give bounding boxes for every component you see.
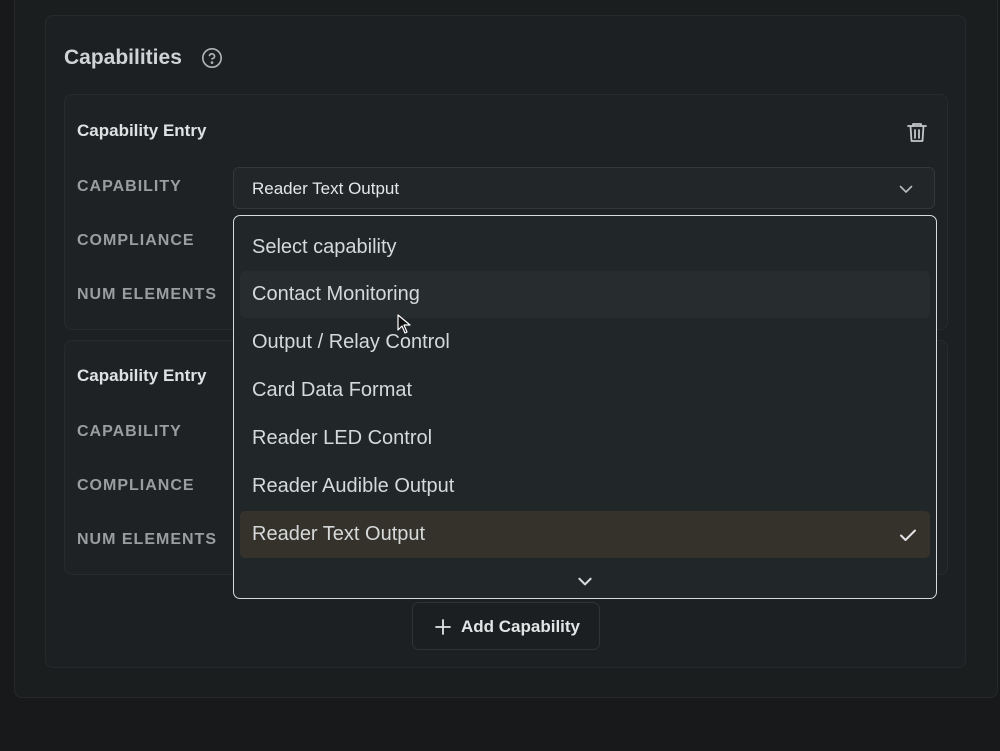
num-elements-label: NUM ELEMENTS	[77, 286, 217, 303]
dropdown-option[interactable]: Card Data Format	[240, 367, 930, 414]
add-capability-button[interactable]: Add Capability	[412, 602, 600, 650]
entry-title: Capability Entry	[77, 366, 207, 385]
mouse-cursor-icon	[397, 314, 411, 334]
capability-label: CAPABILITY	[77, 178, 182, 195]
option-label: Reader Text Output	[252, 523, 426, 545]
dropdown-option[interactable]: Select capability	[240, 224, 930, 271]
capability-label: CAPABILITY	[77, 423, 182, 440]
dropdown-option[interactable]: Reader LED Control	[240, 415, 930, 462]
chevron-down-icon[interactable]	[576, 572, 594, 590]
dropdown-option[interactable]: Reader Audible Output	[240, 463, 930, 510]
add-capability-label: Add Capability	[461, 617, 581, 636]
trash-icon[interactable]	[905, 120, 929, 144]
plus-icon	[435, 619, 451, 635]
chevron-down-icon	[899, 185, 913, 193]
dropdown-option-selected[interactable]: Reader Text Output	[240, 511, 930, 558]
section-title: Capabilities	[64, 46, 182, 69]
dropdown-option[interactable]: Output / Relay Control	[240, 319, 930, 366]
dropdown-option[interactable]: Contact Monitoring	[240, 271, 930, 318]
help-circle-icon[interactable]	[201, 47, 223, 69]
num-elements-label: NUM ELEMENTS	[77, 531, 217, 548]
option-label: Card Data Format	[252, 379, 413, 401]
compliance-label: COMPLIANCE	[77, 477, 195, 494]
option-label: Reader LED Control	[252, 427, 433, 449]
capability-select-value: Reader Text Output	[252, 179, 400, 198]
compliance-label: COMPLIANCE	[77, 232, 195, 249]
option-label: Select capability	[252, 236, 397, 258]
option-label: Contact Monitoring	[252, 283, 420, 305]
capability-dropdown-menu: Select capability Contact Monitoring Out…	[233, 215, 937, 599]
check-icon	[900, 529, 916, 541]
option-label: Reader Audible Output	[252, 475, 455, 497]
capability-select[interactable]: Reader Text Output	[233, 167, 935, 209]
option-label: Output / Relay Control	[252, 331, 450, 353]
entry-title: Capability Entry	[77, 121, 207, 140]
